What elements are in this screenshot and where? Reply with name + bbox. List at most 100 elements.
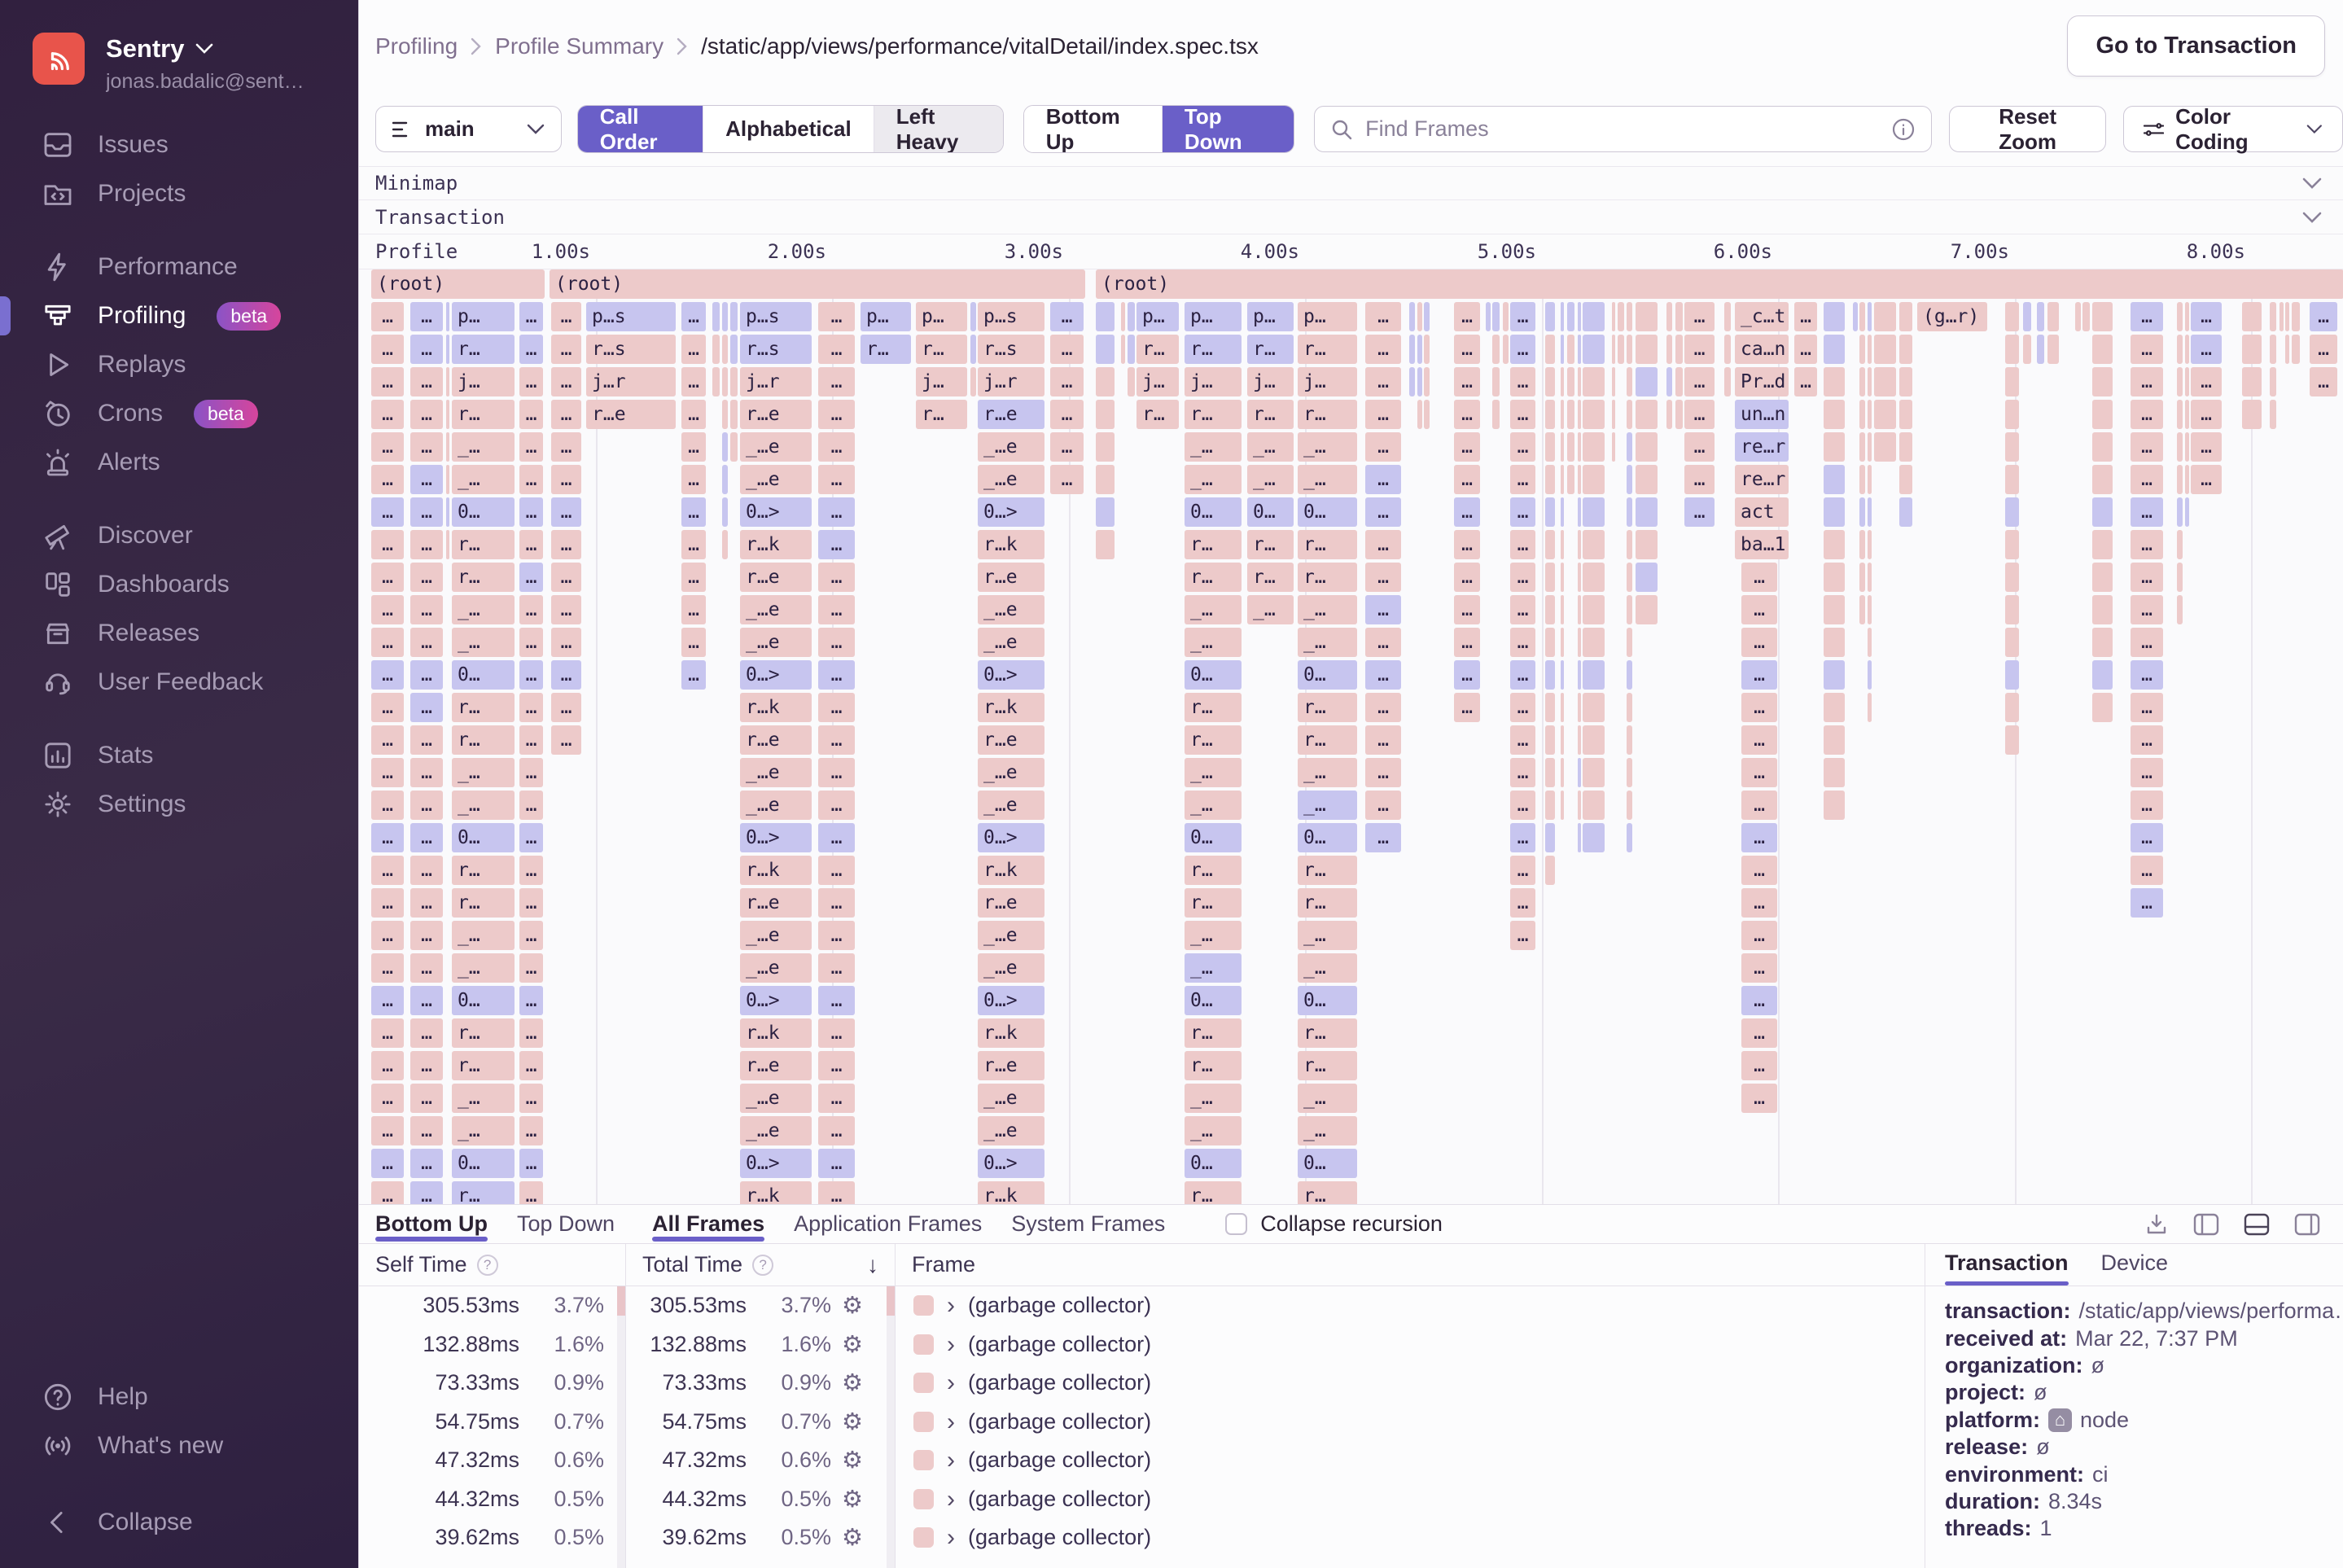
flame-frame[interactable]: … <box>371 823 404 852</box>
flame-frame[interactable]: … <box>818 367 855 396</box>
flame-frame[interactable]: r… <box>1298 693 1357 722</box>
flame-frame[interactable]: … <box>371 1181 404 1204</box>
layout-left-icon[interactable] <box>2193 1213 2219 1236</box>
flame-frame[interactable] <box>2270 335 2276 364</box>
sidebar-item-releases[interactable]: Releases <box>0 609 358 658</box>
flame-frame[interactable]: … <box>818 628 855 657</box>
flame-frame[interactable]: … <box>818 1051 855 1080</box>
flame-frame[interactable]: _…e <box>740 432 812 462</box>
flame-frame[interactable] <box>730 400 738 429</box>
flame-frame[interactable] <box>1424 302 1430 331</box>
flame-frame[interactable] <box>1096 432 1115 462</box>
flame-frame[interactable]: r… <box>452 856 515 885</box>
flame-frame[interactable] <box>1636 563 1658 592</box>
flame-frame[interactable]: … <box>1454 595 1480 624</box>
flame-frame[interactable]: p…s <box>586 302 676 331</box>
flame-frame[interactable] <box>1096 367 1115 396</box>
flame-frame[interactable] <box>1636 432 1658 462</box>
flame-frame[interactable] <box>1612 335 1615 364</box>
flame-frame[interactable]: … <box>818 1181 855 1204</box>
flame-frame[interactable] <box>1567 335 1574 364</box>
flame-frame[interactable]: … <box>681 432 706 462</box>
flame-frame[interactable] <box>2005 563 2019 592</box>
flame-frame[interactable] <box>2005 400 2019 429</box>
flame-frame[interactable] <box>1859 530 1865 559</box>
flame-frame[interactable]: r… <box>1185 693 1242 722</box>
flame-frame[interactable]: … <box>1741 693 1777 722</box>
flame-frame[interactable]: 0… <box>1298 497 1357 527</box>
flame-frame[interactable] <box>722 335 728 364</box>
flame-frame[interactable]: … <box>410 791 443 820</box>
flame-frame[interactable]: … <box>551 432 581 462</box>
flame-frame[interactable] <box>730 335 738 364</box>
flame-frame[interactable]: j… <box>916 367 967 396</box>
flame-frame[interactable] <box>1583 725 1605 755</box>
color-coding-button[interactable]: Color Coding <box>2123 106 2343 152</box>
flame-frame[interactable] <box>1675 302 1683 331</box>
flame-frame[interactable]: … <box>1365 595 1401 624</box>
flame-frame[interactable]: _… <box>1185 432 1242 462</box>
flame-frame[interactable]: … <box>519 725 543 755</box>
flame-frame[interactable]: r…k <box>740 693 812 722</box>
flame-frame[interactable] <box>1578 791 1581 820</box>
flame-frame[interactable] <box>1561 628 1564 657</box>
flame-frame[interactable]: … <box>2131 823 2163 852</box>
flame-frame[interactable]: … <box>410 530 443 559</box>
flame-frame[interactable]: j… <box>452 367 515 396</box>
table-row-self[interactable]: 44.32ms0.5% <box>359 1480 625 1519</box>
flame-frame[interactable]: _… <box>1298 465 1357 494</box>
direction-option-top-down[interactable]: Top Down <box>1162 106 1294 152</box>
flame-frame[interactable]: p… <box>916 302 967 331</box>
flame-frame[interactable] <box>1627 302 1632 331</box>
flame-frame[interactable]: … <box>2131 302 2163 331</box>
flame-frame[interactable]: _… <box>452 953 515 983</box>
flame-frame[interactable]: … <box>681 465 706 494</box>
flame-frame[interactable]: 0… <box>452 660 515 690</box>
flame-frame[interactable]: r… <box>1298 530 1357 559</box>
flame-frame[interactable] <box>2092 367 2113 396</box>
flame-frame[interactable]: … <box>1741 628 1777 657</box>
flame-frame[interactable] <box>1578 465 1581 494</box>
flame-frame[interactable] <box>1627 530 1632 559</box>
flame-frame[interactable] <box>1859 432 1865 462</box>
flame-frame[interactable]: … <box>2131 563 2163 592</box>
flame-frame[interactable] <box>1627 725 1632 755</box>
flame-frame[interactable]: _… <box>1298 1084 1357 1113</box>
flame-frame[interactable] <box>2005 465 2019 494</box>
flame-frame[interactable] <box>2092 400 2113 429</box>
flame-frame[interactable]: _…e <box>978 1084 1044 1113</box>
flame-frame[interactable]: … <box>371 1149 404 1178</box>
flame-frame[interactable] <box>1868 563 1872 592</box>
flame-frame[interactable]: … <box>1794 335 1817 364</box>
flame-frame[interactable] <box>1545 432 1555 462</box>
flame-frame[interactable] <box>1859 302 1865 331</box>
flame-frame[interactable] <box>1561 497 1564 527</box>
flame-frame[interactable]: _… <box>452 921 515 950</box>
flame-frame[interactable] <box>1724 367 1731 396</box>
flame-frame[interactable]: … <box>519 432 543 462</box>
flame-frame[interactable]: j… <box>1298 367 1357 396</box>
flame-frame[interactable] <box>1666 367 1672 396</box>
flame-frame[interactable]: … <box>371 628 404 657</box>
flame-frame[interactable]: … <box>2191 302 2222 331</box>
flame-frame[interactable] <box>1492 400 1500 429</box>
flame-frame[interactable] <box>2092 302 2113 331</box>
flame-frame[interactable] <box>1824 660 1845 690</box>
flame-frame[interactable]: … <box>410 432 443 462</box>
flame-frame[interactable]: … <box>1794 302 1817 331</box>
flame-frame[interactable]: … <box>410 335 443 364</box>
help-icon[interactable]: ? <box>477 1255 498 1276</box>
flame-frame[interactable] <box>1666 400 1672 429</box>
flame-frame[interactable]: … <box>410 1084 443 1113</box>
flame-frame[interactable]: _… <box>1298 953 1357 983</box>
table-row-total[interactable]: 54.75ms0.7%⚙ <box>626 1403 895 1442</box>
flame-frame[interactable] <box>1824 465 1845 494</box>
flame-frame[interactable]: … <box>551 563 581 592</box>
flame-frame[interactable]: 0…> <box>978 660 1044 690</box>
flame-frame[interactable] <box>1128 302 1135 331</box>
flame-frame[interactable] <box>1859 335 1865 364</box>
flame-frame[interactable] <box>1567 432 1574 462</box>
flame-frame[interactable]: _… <box>1185 1084 1242 1113</box>
flame-frame[interactable]: r…k <box>740 1181 812 1204</box>
flame-frame[interactable] <box>1636 595 1658 624</box>
